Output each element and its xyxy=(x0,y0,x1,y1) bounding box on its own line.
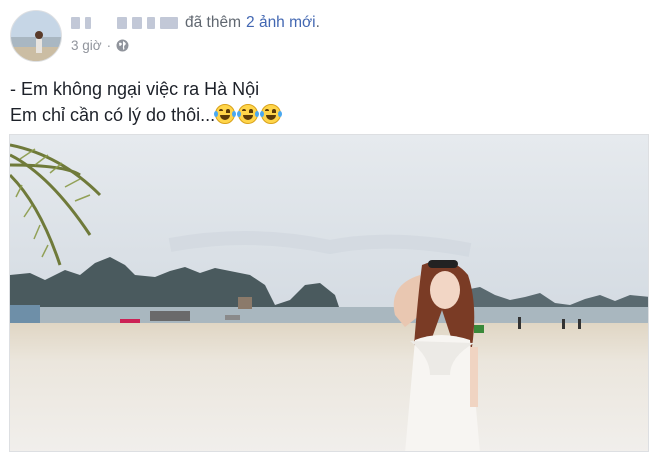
post-text-line-1: - Em không ngại việc ra Hà Nội xyxy=(10,79,260,99)
tears-of-joy-emoji-icon xyxy=(260,104,283,124)
post-header: đã thêm 2 ảnh mới . xyxy=(71,12,320,34)
post-text-line-2: Em chỉ cần có lý do thôi... xyxy=(10,105,216,125)
avatar-photo xyxy=(11,11,61,61)
action-text: đã thêm xyxy=(185,14,242,31)
meta-separator: · xyxy=(106,38,112,53)
tears-of-joy-emoji-icon xyxy=(237,104,260,124)
post-photo[interactable] xyxy=(9,134,649,452)
post-timestamp[interactable]: 3 giờ xyxy=(71,38,102,53)
header-period: . xyxy=(315,14,320,31)
author-name-obscured[interactable] xyxy=(71,17,183,29)
post-message: - Em không ngại việc ra Hà Nội Em chỉ cầ… xyxy=(10,76,284,128)
facebook-post: đã thêm 2 ảnh mới . 3 giờ · - Em không n… xyxy=(0,0,660,452)
author-avatar[interactable] xyxy=(10,10,62,62)
beach-photo xyxy=(10,135,648,451)
new-photos-link[interactable]: 2 ảnh mới xyxy=(246,14,316,32)
tears-of-joy-emoji-icon xyxy=(214,104,237,124)
post-meta: 3 giờ · xyxy=(71,38,129,53)
post-text-line-2-wrap: Em chỉ cần có lý do thôi... xyxy=(10,102,284,128)
globe-icon[interactable] xyxy=(116,39,129,52)
